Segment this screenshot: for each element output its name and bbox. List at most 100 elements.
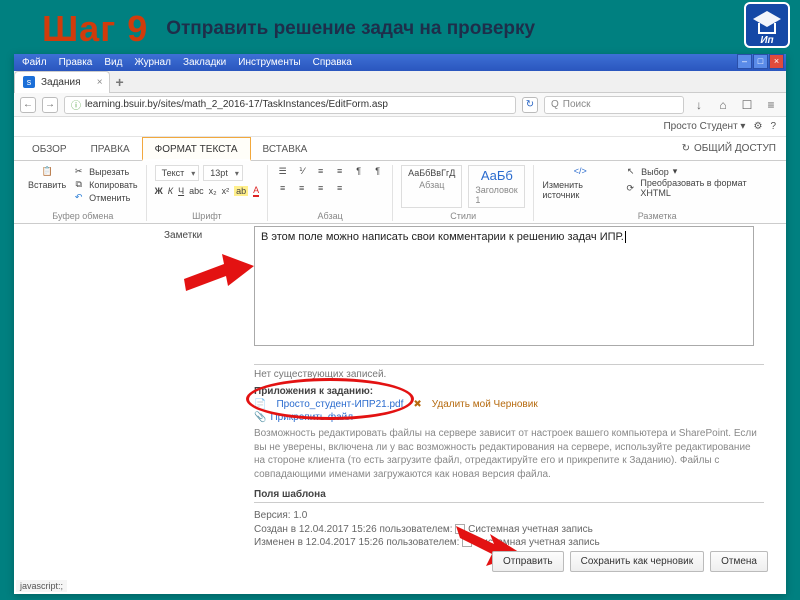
paste-button[interactable]: 📋Вставить: [28, 165, 66, 204]
forward-button[interactable]: →: [42, 97, 58, 113]
menu-edit[interactable]: Правка: [59, 57, 93, 68]
underline-button[interactable]: Ч: [178, 186, 184, 196]
site-info-icon[interactable]: ⓘ: [71, 97, 81, 112]
tab-format-text[interactable]: ФОРМАТ ТЕКСТА: [142, 137, 251, 161]
strike-button[interactable]: abc: [189, 186, 204, 196]
downloads-icon[interactable]: ↓: [690, 98, 708, 112]
copy-button[interactable]: ⧉Копировать: [72, 178, 137, 191]
bold-button[interactable]: Ж: [155, 186, 163, 196]
step-title: Отправить решение задач на проверку: [166, 18, 535, 40]
sharepoint-topbar: Просто Студент ▾ ⚙ ?: [14, 117, 786, 137]
menu-file[interactable]: Файл: [22, 57, 47, 68]
delete-icon: ✖: [413, 399, 421, 410]
menu-view[interactable]: Вид: [104, 57, 122, 68]
select-button[interactable]: ↖Выбор ▾: [624, 165, 772, 178]
browser-menubar: Файл Правка Вид Журнал Закладки Инструме…: [14, 54, 786, 71]
status-bar: javascript:;: [16, 580, 67, 592]
share-icon: ↻: [682, 143, 690, 154]
attachment-link[interactable]: Просто_студент-ИПР21.pdf: [276, 399, 403, 410]
numbering-icon[interactable]: ⅟: [295, 165, 308, 178]
highlight-button[interactable]: ab: [234, 186, 248, 196]
new-tab-button[interactable]: +: [116, 74, 124, 90]
back-button[interactable]: ←: [20, 97, 36, 113]
menu-history[interactable]: Журнал: [134, 57, 171, 68]
menu-tools[interactable]: Инструменты: [238, 57, 300, 68]
subscript-button[interactable]: x₂: [209, 186, 217, 196]
checkbox-created[interactable]: [455, 524, 465, 534]
group-markup: Разметка: [542, 211, 772, 221]
address-bar: ← → ⓘ learning.bsuir.by/sites/math_2_201…: [14, 93, 786, 117]
tab-overview[interactable]: ОБЗОР: [20, 138, 79, 159]
url-input[interactable]: ⓘ learning.bsuir.by/sites/math_2_2016-17…: [64, 96, 516, 114]
delete-draft-link[interactable]: Удалить мой Черновик: [432, 399, 538, 410]
menu-help[interactable]: Справка: [313, 57, 352, 68]
save-draft-button[interactable]: Сохранить как черновик: [570, 551, 704, 572]
undo-button[interactable]: ↶Отменить: [72, 191, 137, 204]
checkbox-modified[interactable]: [462, 537, 472, 547]
search-input[interactable]: Q Поиск: [544, 96, 684, 114]
menu-icon[interactable]: ≡: [762, 98, 780, 112]
tab-edit[interactable]: ПРАВКА: [79, 138, 142, 159]
italic-button[interactable]: К: [168, 186, 173, 196]
minimize-button[interactable]: –: [737, 54, 752, 69]
group-font: Шрифт: [155, 211, 260, 221]
tab-insert[interactable]: ВСТАВКА: [251, 138, 320, 159]
convert-icon: ⟳: [624, 182, 636, 195]
settings-icon[interactable]: ⚙: [753, 121, 762, 132]
tab-close-icon[interactable]: ×: [97, 77, 103, 88]
cancel-button[interactable]: Отмена: [710, 551, 768, 572]
notes-textarea[interactable]: В этом поле можно написать свои коммента…: [254, 226, 754, 346]
copy-icon: ⧉: [72, 178, 85, 191]
maximize-button[interactable]: □: [753, 54, 768, 69]
close-button[interactable]: ×: [769, 54, 784, 69]
code-icon: </>: [574, 165, 587, 178]
edit-source-button[interactable]: </>Изменить источник: [542, 165, 618, 200]
rtl-icon[interactable]: ¶: [371, 165, 384, 178]
ltr-icon[interactable]: ¶: [352, 165, 365, 178]
search-icon: Q: [551, 99, 559, 110]
indent-icon[interactable]: ≡: [333, 165, 346, 178]
reload-button[interactable]: ↻: [522, 97, 538, 113]
attach-icon: 📎: [254, 412, 266, 423]
no-entries-label: Нет существующих записей.: [254, 364, 764, 380]
user-menu[interactable]: Просто Студент ▾: [663, 121, 745, 132]
annotation-arrow-1: [184, 254, 254, 294]
justify-icon[interactable]: ≡: [333, 182, 346, 195]
group-clipboard: Буфер обмена: [28, 211, 138, 221]
sharepoint-favicon: s: [23, 76, 35, 88]
style-paragraph[interactable]: АаБбВвГгДАбзац: [401, 165, 462, 208]
cursor-icon: ↖: [624, 165, 637, 178]
group-styles: Стили: [401, 211, 525, 221]
tab-bar: s Задания × +: [14, 71, 786, 93]
home-icon[interactable]: ⌂: [714, 98, 732, 112]
ribbon-tabs: ОБЗОР ПРАВКА ФОРМАТ ТЕКСТА ВСТАВКА ↻ОБЩИ…: [14, 137, 786, 161]
scissors-icon: ✂: [72, 165, 85, 178]
action-buttons: Отправить Сохранить как черновик Отмена: [492, 551, 768, 572]
cut-button[interactable]: ✂Вырезать: [72, 165, 137, 178]
notes-label: Заметки: [164, 230, 202, 241]
undo-icon: ↶: [72, 191, 85, 204]
font-size-select[interactable]: 13pt: [203, 165, 243, 181]
pdf-icon: 📄: [254, 399, 266, 410]
url-text: learning.bsuir.by/sites/math_2_2016-17/T…: [85, 99, 388, 110]
menu-bookmarks[interactable]: Закладки: [183, 57, 226, 68]
share-button[interactable]: ↻ОБЩИЙ ДОСТУП: [682, 143, 776, 154]
convert-xhtml-button[interactable]: ⟳Преобразовать в формат XHTML: [624, 178, 772, 198]
align-left-icon[interactable]: ≡: [276, 182, 289, 195]
style-heading1[interactable]: АаБбЗаголовок 1: [468, 165, 525, 208]
bookmarks-icon[interactable]: ☐: [738, 98, 756, 112]
align-right-icon[interactable]: ≡: [314, 182, 327, 195]
svg-text:Ип: Ип: [760, 35, 773, 45]
attach-file-link[interactable]: 📎Прикрепить файл: [254, 412, 353, 423]
help-icon[interactable]: ?: [770, 121, 776, 132]
bullets-icon[interactable]: ☰: [276, 165, 289, 178]
submit-button[interactable]: Отправить: [492, 551, 564, 572]
outdent-icon[interactable]: ≡: [314, 165, 327, 178]
group-paragraph: Абзац: [276, 211, 384, 221]
superscript-button[interactable]: x²: [222, 186, 230, 196]
template-fields-label: Поля шаблона: [254, 489, 764, 500]
font-color-button[interactable]: A: [253, 185, 259, 197]
align-center-icon[interactable]: ≡: [295, 182, 308, 195]
font-family-select[interactable]: Текст: [155, 165, 200, 181]
tab-tasks[interactable]: s Задания ×: [14, 71, 110, 93]
